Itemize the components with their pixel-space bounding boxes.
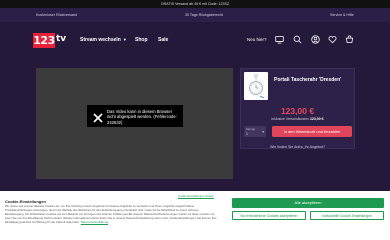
nav-stream-switch-label: Stream wechseln	[80, 37, 121, 43]
privacy-policy-link[interactable]: Datenschutzerklärung	[81, 220, 108, 224]
free-returns-text: Kostenloser Rückversand	[36, 13, 77, 17]
search-icon[interactable]	[293, 35, 302, 44]
vat-value: 123,00 €	[309, 117, 324, 121]
chevron-down-icon: ▼	[122, 37, 127, 42]
cart-icon[interactable]	[345, 35, 354, 44]
cookie-body-text: Wir nutzen auf unserer Website Cookies e…	[5, 204, 217, 224]
logo-suffix: tv	[56, 34, 67, 44]
cookie-body: Wir nutzen auf unserer Website Cookies e…	[5, 204, 217, 225]
pocket-watch-image	[249, 73, 265, 99]
return-policy-text: 30 Tage Rückgaberecht	[185, 13, 223, 17]
add-to-cart-button[interactable]: In den Warenkorb und bezahlen	[272, 126, 352, 137]
product-title: Portali Tascherahr 'Dresden'	[274, 77, 342, 83]
top-info-bar: Kostenloser Rückversand 30 Tage Rückgabe…	[0, 8, 390, 22]
nav-stream-switch[interactable]: Stream wechseln ▼	[80, 37, 127, 43]
logo-digits: 123	[33, 33, 55, 48]
cookie-settings-link[interactable]: Cookie-Einstellungen ändern	[178, 194, 214, 198]
promo-text: GRATIS Versand ab 49 € mit Code: 123SZ	[160, 2, 230, 6]
feedback-question-link[interactable]: Wie finden Sie Anfra_Ihr Angebot?	[240, 145, 355, 149]
new-here-link[interactable]: Neu hier?	[247, 37, 267, 42]
heart-icon[interactable]	[328, 35, 337, 44]
quantity-value: 1	[246, 132, 248, 136]
quantity-select[interactable]: Menge 1 ▾	[244, 126, 266, 137]
vat-prefix: inklusive Versandkosten	[271, 117, 309, 121]
product-card: Portali Tascherahr 'Dresden' 123,00 € in…	[240, 68, 355, 149]
error-x-icon	[93, 110, 103, 123]
necessary-cookies-button[interactable]: Nur erforderliche Cookies akzeptieren	[232, 211, 306, 220]
product-thumbnail[interactable]	[244, 72, 268, 100]
tv-icon[interactable]	[275, 35, 284, 44]
nav-shop[interactable]: Shop	[135, 37, 148, 43]
quantity-label: Menge	[246, 127, 256, 131]
video-error-message: Das Video kann in diesem Browser nicht a…	[107, 109, 177, 125]
cookie-banner: Cookie-Einstellungen ändern Cookie-Einst…	[0, 191, 390, 240]
vat-info: inklusive Versandkosten 123,00 €	[241, 117, 354, 121]
individual-cookie-settings-button[interactable]: Individuelle Cookie-Einstellungen	[310, 211, 384, 220]
user-icon[interactable]	[311, 35, 320, 44]
main-header: 123 tv Stream wechseln ▼ Shop Sale Neu hi…	[0, 22, 390, 60]
chevron-down-icon: ▾	[262, 130, 264, 134]
service-help-link[interactable]: Service & Hilfe	[330, 13, 354, 17]
product-price: 123,00 €	[280, 106, 315, 116]
video-player[interactable]: Das Video kann in diesem Browser nicht a…	[36, 68, 233, 179]
promo-bar: GRATIS Versand ab 49 € mit Code: 123SZ	[0, 0, 390, 8]
video-error-box: Das Video kann in diesem Browser nicht a…	[87, 105, 183, 127]
accept-all-cookies-button[interactable]: Alle akzeptieren	[232, 198, 384, 208]
logo[interactable]: 123 tv	[33, 33, 67, 48]
nav-sale[interactable]: Sale	[158, 37, 168, 43]
